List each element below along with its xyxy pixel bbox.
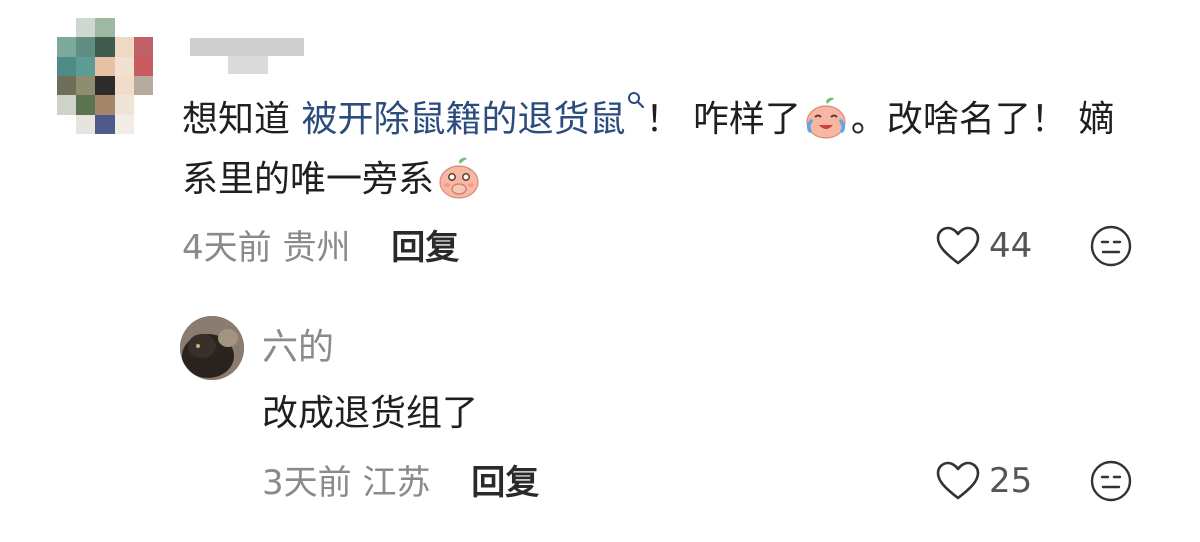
reply-time: 3天前	[262, 463, 352, 503]
avatar[interactable]	[57, 18, 153, 134]
reply-button[interactable]: 回复	[391, 228, 459, 268]
reply-like-count: 25	[989, 461, 1033, 501]
reply-meta: 3天前 江苏 回复	[262, 459, 539, 507]
blurred-username[interactable]	[190, 38, 304, 74]
heart-outline-icon[interactable]	[935, 225, 981, 267]
reply-like-button[interactable]: 25	[935, 457, 1032, 505]
comment-location: 贵州	[282, 228, 351, 268]
comment-text: 想知道 被开除鼠籍的退货鼠！ 咋样了 。改啥名了！ 嫡系里的唯一旁系	[182, 90, 1142, 210]
like-button[interactable]: 44	[935, 222, 1032, 270]
meh-face-icon[interactable]	[1089, 459, 1133, 503]
heart-outline-icon[interactable]	[935, 460, 981, 502]
comment-text-start: 想知道	[182, 99, 302, 140]
reply-location: 江苏	[362, 463, 431, 503]
reply-text: 改成退货组了	[262, 393, 479, 434]
comment-text-mid: ！ 咋样了	[645, 99, 801, 140]
reply-avatar[interactable]	[180, 316, 244, 380]
search-icon[interactable]	[627, 91, 645, 109]
covering-mouth-peach-emoji	[439, 157, 479, 199]
meh-face-icon[interactable]	[1089, 224, 1133, 268]
keyword-link[interactable]: 被开除鼠籍的退货鼠	[301, 99, 625, 140]
comment-time: 4天前	[182, 228, 272, 268]
reply-username[interactable]: 六的	[262, 318, 334, 370]
reply-reply-button[interactable]: 回复	[471, 463, 539, 503]
crying-laughing-peach-emoji	[806, 97, 846, 139]
comment-meta: 4天前 贵州 回复	[182, 224, 459, 272]
like-count: 44	[989, 226, 1033, 266]
